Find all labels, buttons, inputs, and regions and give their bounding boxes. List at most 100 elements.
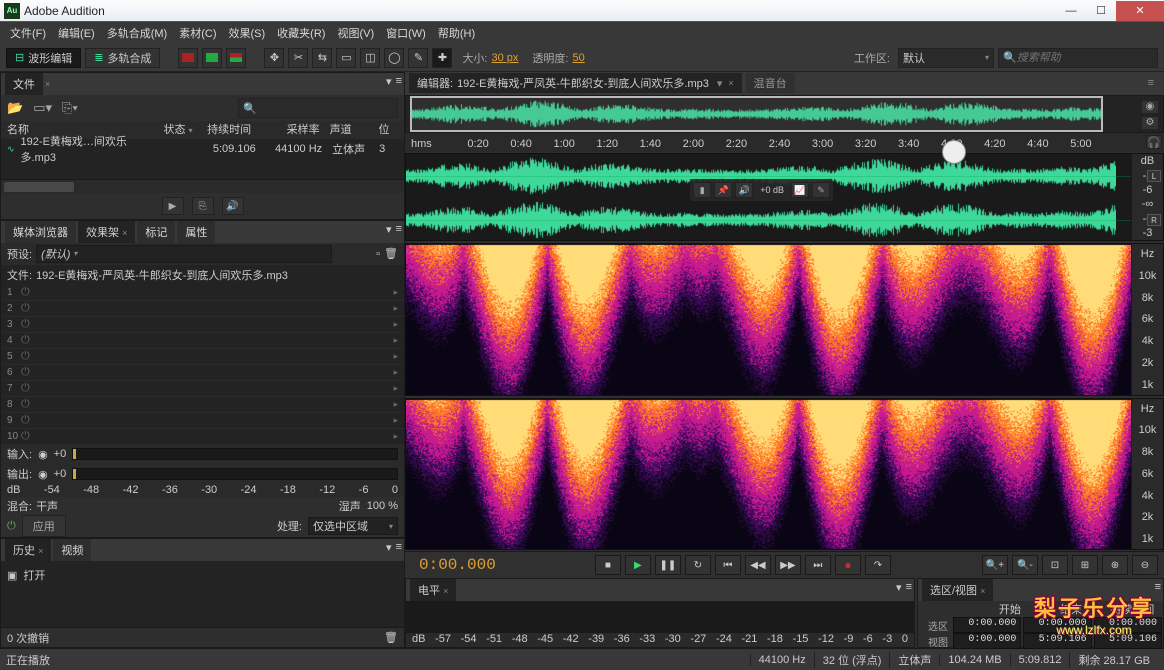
mode-waveform-button[interactable]: ⊟波形编辑 bbox=[6, 48, 81, 68]
waveform-display[interactable]: ▮ 📌 🔊 +0 dB 📈 ✎ dB-3-6 -∞-6-3 L R bbox=[405, 153, 1164, 241]
view-end[interactable]: 5:09.106 bbox=[1023, 633, 1091, 649]
files-filter-input[interactable] bbox=[257, 102, 393, 114]
file-row[interactable]: ∿ 192-E黄梅戏…间欢乐多.mp3 5:09.106 44100 Hz 立体… bbox=[1, 139, 404, 159]
brush-tool-icon[interactable]: ✎ bbox=[408, 48, 428, 68]
channel-r-badge[interactable]: R bbox=[1147, 214, 1161, 226]
channel-l-badge[interactable]: L bbox=[1147, 170, 1161, 182]
skip-button[interactable]: ↷ bbox=[865, 555, 891, 575]
hud-vol-icon[interactable]: 🔊 bbox=[735, 182, 753, 198]
to-start-button[interactable]: ⏮ bbox=[715, 555, 741, 575]
time-select-tool-icon[interactable]: ▭ bbox=[336, 48, 356, 68]
tool-overlay[interactable] bbox=[226, 48, 246, 68]
new-file-icon[interactable]: ▭▾ bbox=[33, 100, 52, 116]
rack-slot[interactable]: 2⏻▸ bbox=[1, 301, 404, 317]
rack-slot[interactable]: 9⏻▸ bbox=[1, 413, 404, 429]
mixer-tab[interactable]: 混音台 bbox=[746, 73, 795, 93]
spectrogram-right[interactable]: Hz10k8k6k4k2k1k bbox=[405, 398, 1164, 551]
hud-plot-icon[interactable]: 📈 bbox=[791, 182, 809, 198]
preset-select[interactable]: (默认) bbox=[36, 245, 332, 263]
marquee-tool-icon[interactable]: ◫ bbox=[360, 48, 380, 68]
tab-effects-rack[interactable]: 效果架 × bbox=[78, 221, 135, 243]
lasso-tool-icon[interactable]: ◯ bbox=[384, 48, 404, 68]
trash-icon[interactable]: 🗑 bbox=[384, 631, 398, 644]
move-tool-icon[interactable]: ✥ bbox=[264, 48, 284, 68]
view-dur[interactable]: 5:09.106 bbox=[1094, 633, 1162, 649]
files-filter[interactable]: 🔍 bbox=[238, 98, 398, 118]
menu-effects[interactable]: 效果(S) bbox=[223, 22, 272, 44]
rack-power-icon[interactable]: ⏻ bbox=[7, 520, 16, 533]
history-item[interactable]: ▣ 打开 bbox=[7, 565, 398, 585]
files-hscroll[interactable] bbox=[1, 179, 404, 193]
hud-pin2-icon[interactable]: ✎ bbox=[812, 182, 830, 198]
tool-color-red[interactable] bbox=[178, 48, 198, 68]
loop-button[interactable]: ↻ bbox=[685, 555, 711, 575]
menu-window[interactable]: 窗口(W) bbox=[380, 22, 432, 44]
tab-history[interactable]: 历史 × bbox=[5, 539, 51, 561]
rack-slot[interactable]: 6⏻▸ bbox=[1, 365, 404, 381]
view-start[interactable]: 0:00.000 bbox=[953, 633, 1021, 649]
menu-view[interactable]: 视图(V) bbox=[331, 22, 380, 44]
sel-start[interactable]: 0:00.000 bbox=[953, 617, 1021, 633]
overview-selection[interactable] bbox=[410, 96, 1103, 132]
minimize-button[interactable]: — bbox=[1056, 1, 1086, 21]
preview-auto-button[interactable]: ⎘ bbox=[192, 197, 214, 215]
spectrogram-left[interactable]: Hz10k8k6k4k2k1k bbox=[405, 243, 1164, 396]
maximize-button[interactable]: ☐ bbox=[1086, 1, 1116, 21]
preview-loop-button[interactable]: 🔊 bbox=[222, 197, 244, 215]
razor-tool-icon[interactable]: ✂ bbox=[288, 48, 308, 68]
zoom-fit-icon[interactable]: ⊡ bbox=[1042, 555, 1068, 575]
slip-tool-icon[interactable]: ⇆ bbox=[312, 48, 332, 68]
close-button[interactable]: ✕ bbox=[1116, 1, 1164, 21]
tab-selection-view[interactable]: 选区/视图 × bbox=[922, 579, 993, 601]
output-knob[interactable]: ◉ bbox=[38, 468, 48, 481]
tab-markers[interactable]: 标记 bbox=[137, 221, 175, 243]
tab-levels[interactable]: 电平 × bbox=[410, 579, 456, 601]
rack-slot[interactable]: 8⏻▸ bbox=[1, 397, 404, 413]
panel-options-icon[interactable]: ≡ bbox=[396, 75, 402, 88]
rack-slot[interactable]: 1⏻▸ bbox=[1, 285, 404, 301]
panel-menu-icon[interactable]: ▾ bbox=[386, 75, 392, 88]
zoom-in-v-icon[interactable]: ⊕ bbox=[1102, 555, 1128, 575]
help-search-input[interactable] bbox=[1017, 52, 1153, 64]
rack-slot[interactable]: 3⏻▸ bbox=[1, 317, 404, 333]
mode-multitrack-button[interactable]: ≣多轨合成 bbox=[85, 48, 160, 68]
tool-color-green[interactable] bbox=[202, 48, 222, 68]
zoom-sel-icon[interactable]: ⊞ bbox=[1072, 555, 1098, 575]
sel-dur[interactable]: 0:00.000 bbox=[1094, 617, 1162, 633]
hud-bars-icon[interactable]: ▮ bbox=[693, 182, 711, 198]
zoom-out-h-icon[interactable]: 🔍- bbox=[1012, 555, 1038, 575]
panel-options-icon[interactable]: ≡ bbox=[1148, 77, 1154, 89]
fast-forward-button[interactable]: ▶▶ bbox=[775, 555, 801, 575]
tab-media-browser[interactable]: 媒体浏览器 bbox=[5, 221, 76, 243]
pause-button[interactable]: ❚❚ bbox=[655, 555, 681, 575]
brush-size-value[interactable]: 30 px bbox=[492, 52, 519, 64]
headphones-icon[interactable]: 🎧 bbox=[1146, 135, 1162, 149]
menu-favorites[interactable]: 收藏夹(R) bbox=[271, 22, 331, 44]
stop-button[interactable]: ■ bbox=[595, 555, 621, 575]
preview-play-button[interactable]: ▶ bbox=[162, 197, 184, 215]
rack-slot[interactable]: 4⏻▸ bbox=[1, 333, 404, 349]
record-button[interactable]: ● bbox=[835, 555, 861, 575]
menu-multitrack[interactable]: 多轨合成(M) bbox=[101, 22, 174, 44]
rack-slot[interactable]: 5⏻▸ bbox=[1, 349, 404, 365]
menu-edit[interactable]: 编辑(E) bbox=[52, 22, 101, 44]
overview-settings-icon[interactable]: ⚙ bbox=[1141, 116, 1159, 130]
sel-end[interactable]: 0:00.000 bbox=[1023, 617, 1091, 633]
import-icon[interactable]: ⎘▾ bbox=[62, 100, 78, 116]
play-button[interactable]: ▶ bbox=[625, 555, 651, 575]
apply-button[interactable]: 应用 bbox=[22, 515, 66, 537]
tab-properties[interactable]: 属性 bbox=[177, 221, 215, 243]
hud-pin-icon[interactable]: 📌 bbox=[714, 182, 732, 198]
help-search[interactable]: 🔍 bbox=[998, 48, 1158, 68]
menu-clip[interactable]: 素材(C) bbox=[173, 22, 222, 44]
menu-file[interactable]: 文件(F) bbox=[4, 22, 52, 44]
input-knob[interactable]: ◉ bbox=[38, 448, 48, 461]
delete-preset-icon[interactable]: 🗑 bbox=[384, 247, 398, 260]
zoom-in-h-icon[interactable]: 🔍+ bbox=[982, 555, 1008, 575]
overview-waveform[interactable]: ◉ ⚙ bbox=[405, 95, 1164, 133]
rack-slot[interactable]: 10⏻▸ bbox=[1, 429, 404, 445]
zoom-out-v-icon[interactable]: ⊖ bbox=[1132, 555, 1158, 575]
process-select[interactable]: 仅选中区域 bbox=[308, 517, 398, 535]
opacity-value[interactable]: 50 bbox=[572, 52, 584, 64]
input-value[interactable]: +0 bbox=[54, 448, 67, 460]
